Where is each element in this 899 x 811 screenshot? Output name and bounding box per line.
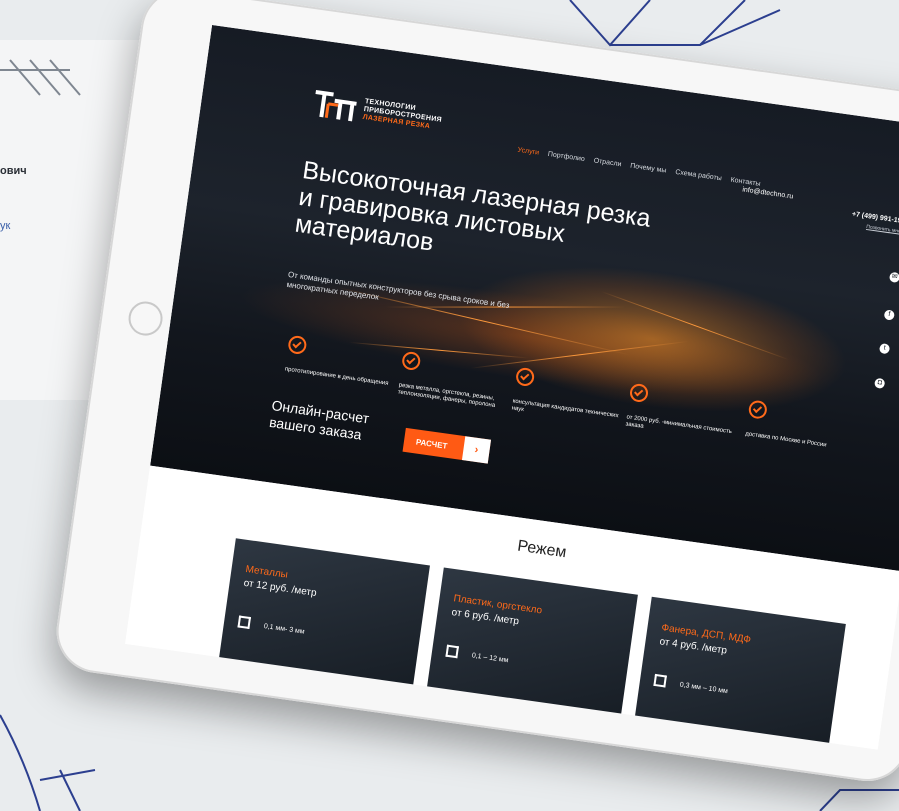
logo-mark-icon xyxy=(315,90,357,122)
feature-item: прототипирование в день обращения xyxy=(284,334,398,389)
callback-link[interactable]: Позвонить мне xyxy=(866,224,899,235)
check-circle-icon xyxy=(747,399,769,420)
mail-icon[interactable]: ✉ xyxy=(888,271,899,284)
feature-text: консультация кандидатов технических наук xyxy=(511,398,619,420)
facebook-icon[interactable]: f xyxy=(883,309,895,321)
material-card[interactable]: Металлы от 12 руб. /метр 0,1 мм- 3 мм xyxy=(214,538,430,715)
card-price: от 12 руб. /метр xyxy=(242,577,318,599)
nav-item-portfolio[interactable]: Портфолио xyxy=(547,151,585,163)
background-text-fragment: ук xyxy=(0,220,11,232)
logo-text: ТЕХНОЛОГИИ ПРИБОРОСТРОЕНИЯ ЛАЗЕРНАЯ РЕЗК… xyxy=(362,98,443,133)
instagram-icon[interactable]: ◘ xyxy=(874,377,886,389)
contact-phone[interactable]: +7 (499) 991-19-50 xyxy=(851,211,899,226)
check-circle-icon xyxy=(287,334,308,356)
nav-item-industries[interactable]: Отрасли xyxy=(593,157,622,168)
feature-text: прототипирование в день обращения xyxy=(284,366,389,387)
feature-text: доставка по Москве и России xyxy=(744,431,827,449)
calc-button[interactable]: РАСЧЕТ › xyxy=(402,427,492,464)
nav-item-services[interactable]: Услуги xyxy=(517,147,539,157)
online-calc-title: Онлайн-расчет вашего заказа xyxy=(268,397,371,443)
twitter-icon[interactable]: t xyxy=(878,343,891,355)
main-nav: Услуги Портфолио Отрасли Почему мы Схема… xyxy=(517,147,761,188)
check-circle-icon xyxy=(628,382,650,404)
tablet-screen: ТЕХНОЛОГИИ ПРИБОРОСТРОЕНИЯ ЛАЗЕРНАЯ РЕЗК… xyxy=(125,24,899,750)
expand-icon xyxy=(445,644,459,659)
expand-icon xyxy=(237,615,252,630)
material-card[interactable]: Пластик, оргстекло от 6 руб. /метр 0,1 –… xyxy=(422,567,638,744)
spark-streak xyxy=(600,290,790,361)
nav-item-workflow[interactable]: Схема работы xyxy=(675,169,722,182)
calc-button-label: РАСЧЕТ xyxy=(415,436,449,451)
card-range: 0,3 мм – 10 мм xyxy=(679,681,729,696)
expand-icon xyxy=(653,673,667,688)
arrow-right-icon: › xyxy=(461,436,492,464)
feature-text: резка металла, оргстекла, резины, теплои… xyxy=(397,382,496,410)
hero-subtitle: От команды опытных конструкторов без сры… xyxy=(286,269,510,311)
hero-headline: Высокоточная лазерная резка и гравировка… xyxy=(293,156,653,257)
feature-item: резка металла, оргстекла, резины, теплои… xyxy=(397,350,512,412)
feature-item: консультация кандидатов технических наук xyxy=(511,366,626,428)
home-button[interactable] xyxy=(126,299,165,338)
feature-item: доставка по Москве и России xyxy=(745,399,859,453)
feature-text: от 2000 руб. -минимальная стоимость зака… xyxy=(625,414,733,436)
check-circle-icon xyxy=(514,366,536,388)
nav-item-why-us[interactable]: Почему мы xyxy=(630,163,667,175)
material-card[interactable]: Фанера, ДСП, МДФ от 4 руб. /метр 0,3 мм … xyxy=(630,596,846,750)
background-text-fragment: ович xyxy=(0,165,27,177)
card-range: 0,1 – 12 мм xyxy=(471,652,509,665)
tablet-device: ТЕХНОЛОГИИ ПРИБОРОСТРОЕНИЯ ЛАЗЕРНАЯ РЕЗК… xyxy=(51,0,899,787)
site-logo[interactable]: ТЕХНОЛОГИИ ПРИБОРОСТРОЕНИЯ ЛАЗЕРНАЯ РЕЗК… xyxy=(310,88,444,136)
feature-item: от 2000 руб. -минимальная стоимость зака… xyxy=(625,382,740,444)
check-circle-icon xyxy=(401,350,422,372)
contact-email[interactable]: info@dtechno.ru xyxy=(742,186,794,200)
card-range: 0,1 мм- 3 мм xyxy=(263,623,305,636)
